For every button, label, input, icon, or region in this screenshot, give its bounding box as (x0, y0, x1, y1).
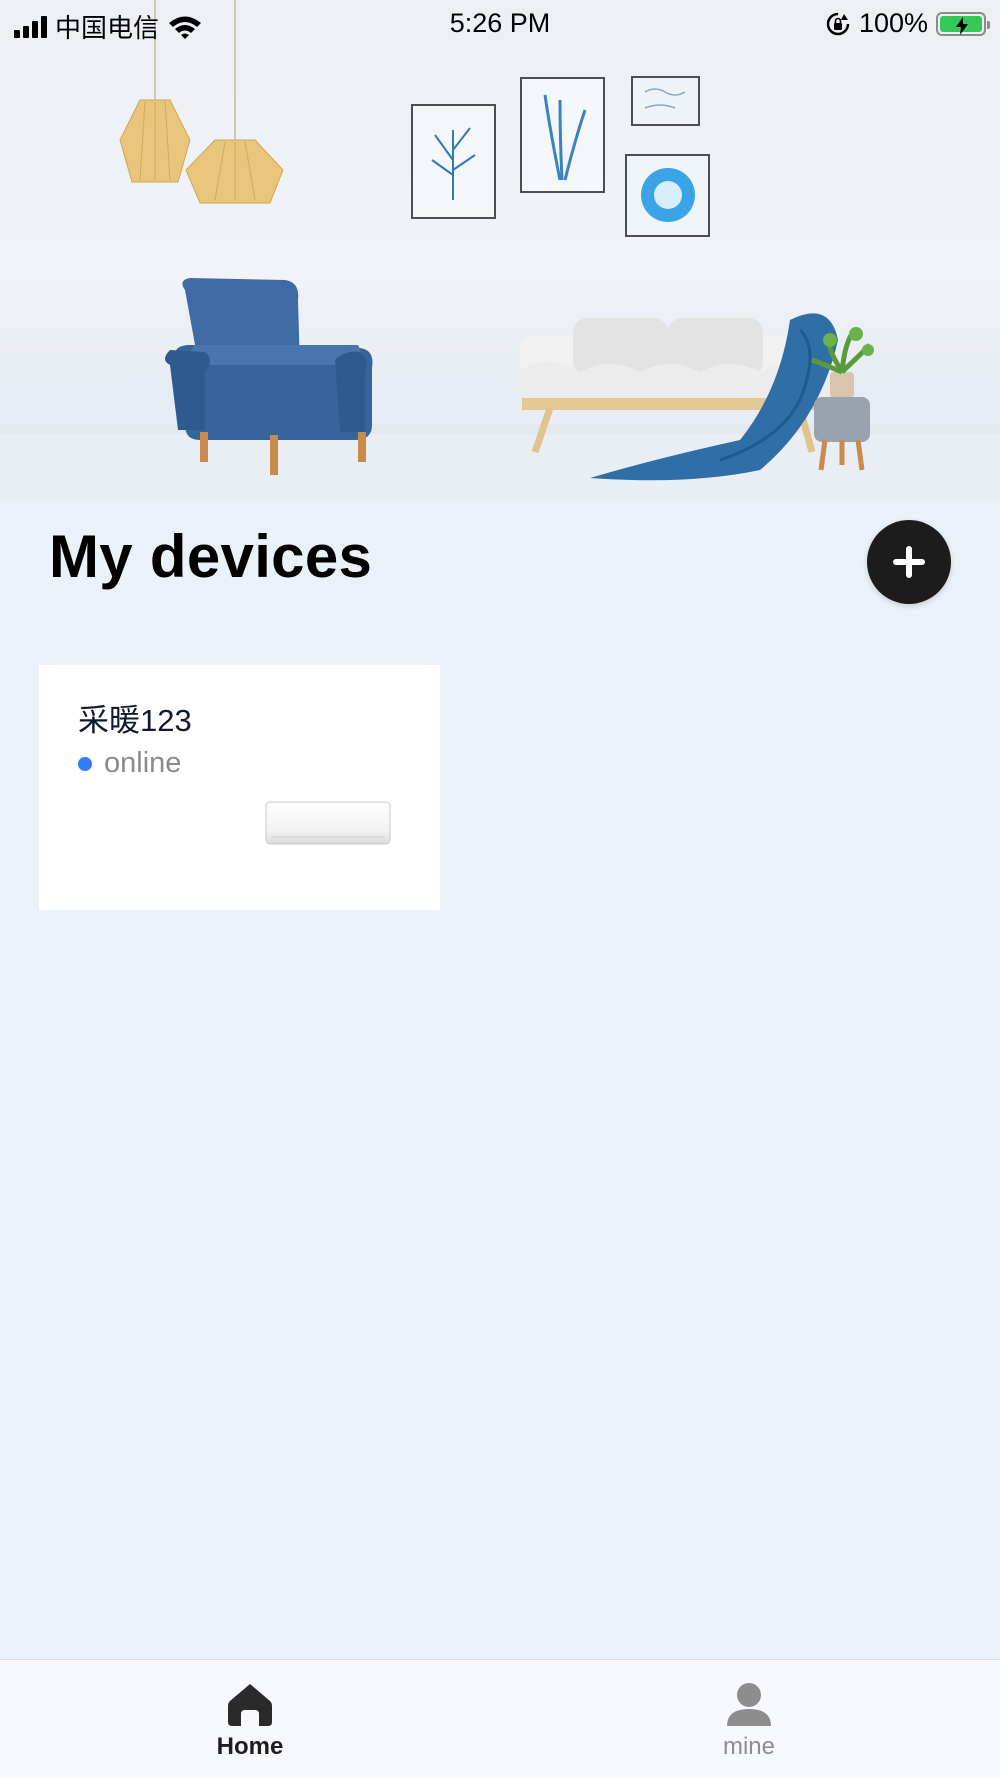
device-status-label: online (104, 747, 182, 779)
battery-percent: 100% (858, 8, 928, 38)
tab-bar: Home mine (0, 1659, 1000, 1778)
device-status: online (78, 747, 181, 780)
device-card[interactable]: 采暖123 online (39, 665, 440, 910)
hero-banner (0, 0, 1000, 500)
home-icon (228, 1684, 272, 1726)
battery-icon (936, 11, 990, 36)
device-name: 采暖123 (78, 703, 192, 738)
plus-icon (893, 546, 925, 578)
framed-art-icon (411, 76, 710, 237)
stool-icon (814, 397, 870, 471)
add-device-button[interactable] (867, 520, 951, 604)
page-title: My devices (49, 523, 373, 590)
air-conditioner-icon (265, 801, 391, 845)
online-status-dot (78, 756, 92, 771)
living-room-illustration (0, 0, 1000, 500)
status-bar: 中国电信 5:26 PM 100% (0, 0, 1000, 48)
status-bar-right: 100% (825, 8, 990, 39)
tab-mine[interactable]: mine (649, 1660, 849, 1778)
tab-mine-label: mine (722, 1733, 776, 1760)
tab-home[interactable]: Home (150, 1660, 350, 1778)
tab-home-label: Home (216, 1733, 284, 1760)
orientation-lock-icon (826, 12, 850, 35)
person-icon (727, 1683, 771, 1726)
